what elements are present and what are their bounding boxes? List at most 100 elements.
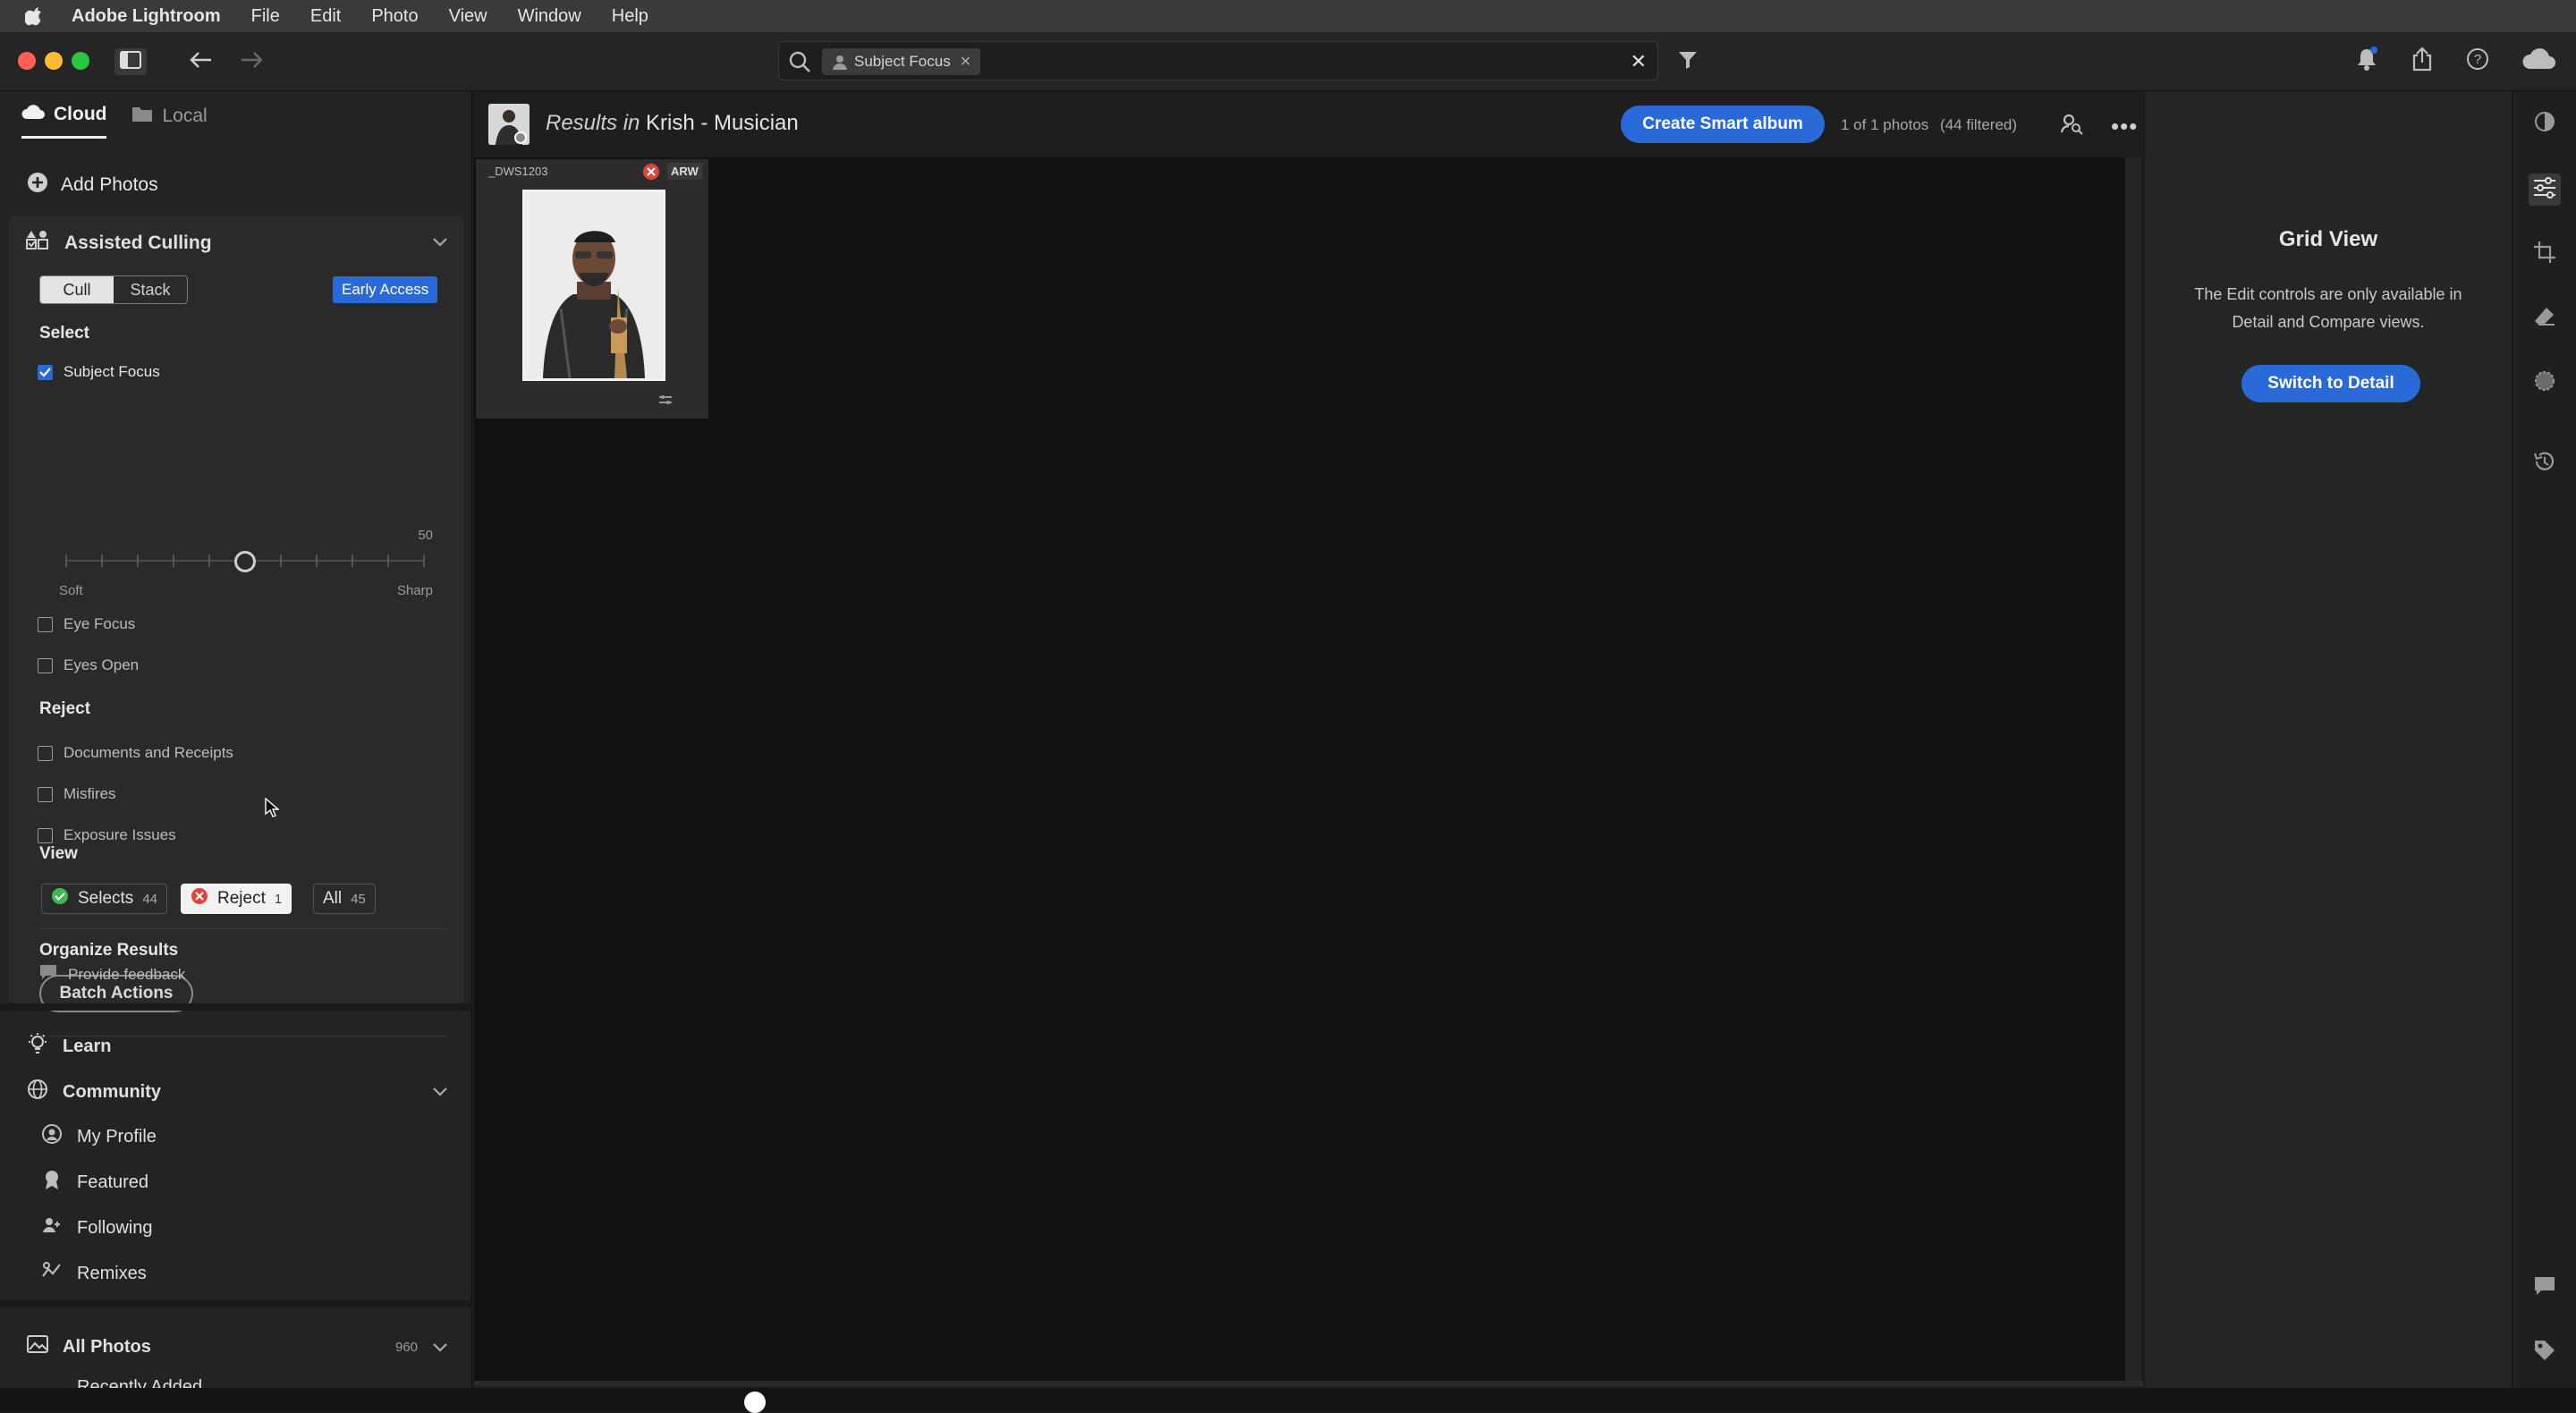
comment-icon [2533, 1275, 2556, 1301]
photo-count-text: 1 of 1 photos [1841, 116, 1929, 133]
assisted-culling-panel: Assisted Culling Cull Stack Early Access… [9, 216, 463, 1036]
all-photos-item[interactable]: All Photos [27, 1334, 151, 1359]
tab-local[interactable]: Local [131, 104, 208, 139]
remixes-label: Remixes [77, 1263, 147, 1283]
community-item-featured[interactable]: Featured [41, 1169, 148, 1196]
exposure-checkbox[interactable] [38, 827, 53, 843]
search-field[interactable]: Subject Focus ✕ ✕ [778, 41, 1658, 80]
toggle-panel-button[interactable] [114, 48, 147, 75]
arrow-right-icon [240, 51, 263, 73]
filter-icon [1677, 49, 1699, 75]
documents-checkbox[interactable] [38, 745, 53, 761]
menu-edit[interactable]: Edit [310, 6, 341, 27]
create-smart-album-button[interactable]: Create Smart album [1621, 106, 1825, 143]
album-name: Krish - Musician [646, 111, 799, 135]
chevron-down-icon[interactable] [431, 1086, 449, 1103]
recently-added-item[interactable]: Recently Added [41, 1377, 202, 1388]
photo-tile[interactable]: _DWS1203 ARW [476, 159, 708, 419]
eraser-icon [2533, 305, 2556, 333]
healing-tool[interactable] [2529, 302, 2561, 334]
clear-search-icon[interactable]: ✕ [1631, 50, 1647, 73]
segment-cull[interactable]: Cull [40, 276, 114, 303]
eye-focus-label: Eye Focus [64, 615, 136, 632]
apple-icon[interactable] [25, 5, 47, 27]
exposure-option[interactable]: Exposure Issues [38, 826, 176, 844]
comments-tool[interactable] [2529, 1272, 2561, 1304]
tab-cloud-label: Cloud [54, 104, 107, 124]
zoom-window-button[interactable] [72, 52, 89, 70]
slider-tick [65, 554, 67, 567]
subject-focus-slider[interactable]: 50 Soft Sharp [57, 528, 433, 598]
crop-tool[interactable] [2529, 238, 2561, 270]
info-tool[interactable] [2529, 1336, 2561, 1368]
people-search-icon[interactable] [2059, 111, 2084, 140]
reject-flag-icon[interactable] [642, 163, 660, 185]
back-button[interactable] [186, 48, 216, 75]
menu-bar: Adobe Lightroom File Edit Photo View Win… [0, 0, 2576, 32]
view-all-button[interactable]: All 45 [313, 884, 376, 914]
chevron-down-icon[interactable] [431, 1341, 449, 1358]
chevron-down-icon[interactable] [431, 236, 449, 253]
learn-item[interactable]: Learn [27, 1032, 111, 1061]
menu-file[interactable]: File [251, 6, 280, 27]
cloud-sync-button[interactable] [2521, 47, 2556, 75]
share-button[interactable] [2408, 46, 2436, 75]
grid-view: Results in Krish - Musician Create Smart… [474, 91, 2143, 1388]
culling-icon [25, 229, 50, 258]
help-button[interactable]: ? [2463, 47, 2492, 75]
search-filter-chip[interactable]: Subject Focus ✕ [822, 48, 981, 75]
photo-thumbnail[interactable] [522, 190, 665, 381]
vertical-scrollbar[interactable] [2125, 157, 2141, 1383]
menu-help[interactable]: Help [612, 6, 648, 27]
edit-tool[interactable] [2529, 173, 2561, 206]
eyes-open-checkbox[interactable] [38, 657, 53, 673]
menu-view[interactable]: View [449, 6, 487, 27]
eye-focus-option[interactable]: Eye Focus [38, 615, 135, 633]
reject-heading: Reject [39, 699, 91, 718]
results-header: Results in Krish - Musician Create Smart… [474, 91, 2143, 157]
notifications-button[interactable] [2352, 46, 2381, 75]
chip-remove-icon[interactable]: ✕ [960, 53, 971, 71]
filter-button[interactable] [1673, 48, 1703, 75]
edit-panel: Grid View The Edit controls are only ava… [2145, 91, 2512, 1388]
subject-focus-option[interactable]: Subject Focus [38, 363, 160, 381]
subject-focus-checkbox[interactable] [38, 364, 53, 380]
presets-tool[interactable] [2529, 107, 2561, 140]
horizontal-scrollbar[interactable] [474, 1381, 2143, 1386]
close-window-button[interactable] [18, 52, 36, 70]
eye-focus-checkbox[interactable] [38, 616, 53, 632]
community-item-my-profile[interactable]: My Profile [41, 1123, 157, 1150]
misfires-checkbox[interactable] [38, 786, 53, 802]
tab-cloud[interactable]: Cloud [21, 104, 107, 139]
view-selects-button[interactable]: Selects 44 [41, 884, 167, 914]
segment-stack[interactable]: Stack [114, 276, 187, 303]
masking-tool[interactable] [2529, 367, 2561, 399]
menu-photo[interactable]: Photo [371, 6, 418, 27]
remix-icon [41, 1260, 63, 1287]
slider-knob[interactable] [234, 551, 256, 572]
eyes-open-option[interactable]: Eyes Open [38, 656, 139, 674]
app-name-menu[interactable]: Adobe Lightroom [72, 6, 221, 27]
community-item[interactable]: Community [27, 1079, 161, 1105]
lightbulb-icon [27, 1032, 48, 1061]
forward-button[interactable] [236, 48, 267, 75]
minimize-window-button[interactable] [45, 52, 63, 70]
grid-view-title: Grid View [2278, 227, 2378, 251]
view-reject-button[interactable]: Reject 1 [181, 884, 292, 914]
misfires-option[interactable]: Misfires [38, 785, 116, 803]
adjust-icon[interactable] [658, 393, 673, 410]
source-tabs: Cloud Local [21, 104, 208, 139]
more-options-icon[interactable]: ••• [2111, 113, 2138, 140]
documents-option[interactable]: Documents and Receipts [38, 744, 233, 762]
community-item-remixes[interactable]: Remixes [41, 1260, 147, 1287]
dock-indicator [744, 1392, 766, 1413]
assisted-culling-header[interactable]: Assisted Culling [25, 229, 212, 258]
switch-to-detail-button[interactable]: Switch to Detail [2241, 365, 2420, 402]
community-item-following[interactable]: Following [41, 1214, 152, 1241]
bottom-strip [0, 1388, 2576, 1413]
menu-window[interactable]: Window [518, 6, 581, 27]
search-chip-label: Subject Focus [854, 53, 951, 70]
versions-tool[interactable] [2529, 447, 2561, 479]
add-photos-button[interactable]: Add Photos [27, 172, 158, 199]
provide-feedback-link[interactable]: Provide feedback [39, 964, 185, 985]
